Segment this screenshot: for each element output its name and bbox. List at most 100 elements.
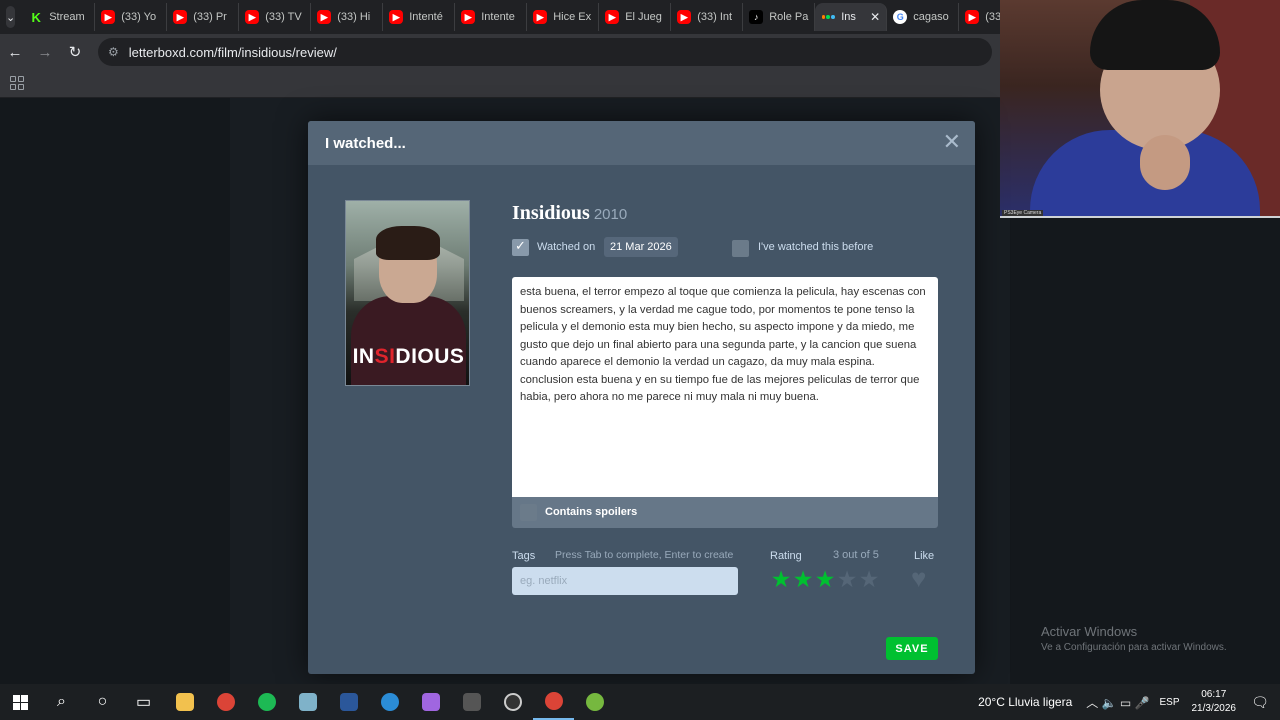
windows-logo-icon [13,694,28,710]
tab-label: (33) TV [265,11,302,23]
star-icon[interactable]: ★ [770,566,792,592]
save-button[interactable]: SAVE [886,637,938,660]
back-arrow-icon[interactable]: ← [0,44,30,61]
spoilers-row: Contains spoilers [512,497,938,528]
watched-on-checkbox[interactable] [512,238,529,256]
obs-icon[interactable] [492,684,533,720]
tab-close-icon[interactable]: ✕ [870,10,880,24]
webcam-overlay: PS3Eye Camera [1000,0,1280,218]
browser-tab[interactable]: ▶ Intente [455,3,528,31]
weather-widget[interactable]: 20°C Lluvia ligera [978,695,1072,709]
modal-title: I watched... [325,135,406,152]
tab-search-icon[interactable]: ⌄ [6,6,16,28]
tags-label: Tags [512,550,536,562]
youtube-icon: ▶ [605,10,620,24]
film-title: Insidious 2010 [512,202,627,225]
site-info-icon[interactable]: ⚙ [108,45,119,59]
rating-stars[interactable]: ★ ★ ★ ★ ★ [770,566,880,592]
spoilers-label: Contains spoilers [545,506,638,518]
browser-tab-bar: ⌄ K Stream ▶ (33) Yo ▶ (33) Pr ▶ (33) TV ▶ (33) H… [0,0,1032,34]
clock[interactable]: 06:17 21/3/2026 [1192,688,1237,716]
watched-before-checkbox[interactable] [732,240,749,257]
browser-tab[interactable]: ▶ (33) TV [239,3,312,31]
review-textarea[interactable]: esta buena, el terror empezo al toque qu… [512,277,938,497]
watched-date-picker[interactable]: 21 Mar 2026 [604,237,678,257]
star-icon[interactable]: ★ [836,566,858,592]
film-poster: INSIDIOUS [345,200,470,386]
start-button[interactable] [0,684,41,720]
spoilers-checkbox[interactable] [520,504,537,521]
kick-icon: K [31,9,41,25]
film-name: Insidious [512,202,590,224]
tab-label: Intenté [409,11,443,23]
browser-tab[interactable]: Gcagaso [887,3,960,31]
tab-label: Intente [481,11,515,23]
browser-tab[interactable]: ▶ El Jueg [599,3,672,31]
tab-label: Hice Ex [553,11,592,23]
browser-tab[interactable]: ▶ Intenté [383,3,456,31]
app-icon[interactable] [451,684,492,720]
reload-icon[interactable]: ↻ [60,43,90,61]
youtube-icon: ▶ [677,10,692,24]
spotify-icon[interactable] [246,684,287,720]
star-icon[interactable]: ★ [858,566,880,592]
review-modal: I watched... ✕ INSIDIOUS Insidious2010 W… [308,121,975,674]
copilot-icon[interactable] [410,684,451,720]
film-year: 2010 [593,206,628,223]
browser-tab[interactable]: ▶ Hice Ex [527,3,600,31]
forward-arrow-icon[interactable]: → [30,44,60,61]
tab-label: (33 [985,11,1002,23]
youtube-icon: ▶ [173,10,188,24]
url-field[interactable]: ⚙ letterboxd.com/film/insidious/review/ [98,38,992,66]
watermark-line1: Activar Windows [1041,624,1138,639]
rating-label: Rating [770,550,802,562]
star-icon[interactable]: ★ [814,566,836,592]
notifications-icon[interactable]: 🗨 [1248,692,1272,712]
cortana-icon[interactable]: ○ [82,684,123,720]
task-view-icon[interactable]: ▭ [123,684,164,720]
clock-time: 06:17 [1201,689,1227,700]
tab-label: (33) Int [697,11,733,23]
browser-tab[interactable]: Ins ✕ [815,3,888,31]
browser-tab[interactable]: K Stream [23,3,96,31]
tiktok-icon: ♪ [749,10,764,24]
tray-icons[interactable]: ︿ 🔈 ▭ 🎤 [1086,694,1149,711]
language-indicator[interactable]: ESP [1159,697,1179,708]
browser-tab[interactable]: ▶ (33) Int [671,3,744,31]
chrome-icon[interactable] [205,684,246,720]
chrome-active-icon[interactable] [533,684,574,720]
youtube-icon: ▶ [317,10,332,24]
star-icon[interactable]: ★ [792,566,814,592]
youtube-icon: ▶ [965,10,980,24]
tab-label: (33) Pr [193,11,227,23]
tab-label: El Jueg [625,11,662,23]
apps-grid-icon[interactable] [10,76,24,90]
tab-label: Ins [841,11,856,23]
tab-label: cagaso [913,11,949,23]
file-explorer-icon[interactable] [164,684,205,720]
browser-tab[interactable]: ♪ Role Pa [743,3,816,31]
watched-before-label: I've watched this before [758,241,874,253]
address-bar-row: ← → ↻ ⚙ letterboxd.com/film/insidious/re… [0,34,1000,70]
youtube-icon: ▶ [101,10,116,24]
word-icon[interactable] [328,684,369,720]
browser-tab[interactable]: ▶ (33) Hi [311,3,384,31]
poster-title: INSIDIOUS [352,345,465,368]
windows-taskbar: ⌕ ○ ▭ 20°C Lluvia ligera ︿ 🔈 ▭ 🎤 ESP 06:… [0,684,1280,720]
rating-value: 3 out of 5 [833,549,879,561]
modal-header: I watched... ✕ [308,121,975,165]
edge-icon[interactable] [369,684,410,720]
browser-tab[interactable]: ▶ (33) Yo [95,3,168,31]
tags-hint: Press Tab to complete, Enter to create [555,549,734,561]
watched-on-label: Watched on [537,241,596,253]
tags-input[interactable] [512,567,738,595]
browser-tab[interactable]: ▶ (33) Pr [167,3,240,31]
heart-icon[interactable]: ♥ [911,565,926,591]
tab-label: Role Pa [769,11,809,23]
close-icon[interactable]: ✕ [943,131,961,153]
search-icon[interactable]: ⌕ [41,684,82,720]
tab-label: (33) Yo [121,11,157,23]
youtube-icon: ▶ [533,10,548,24]
notepad-icon[interactable] [287,684,328,720]
utorrent-icon[interactable] [574,684,615,720]
